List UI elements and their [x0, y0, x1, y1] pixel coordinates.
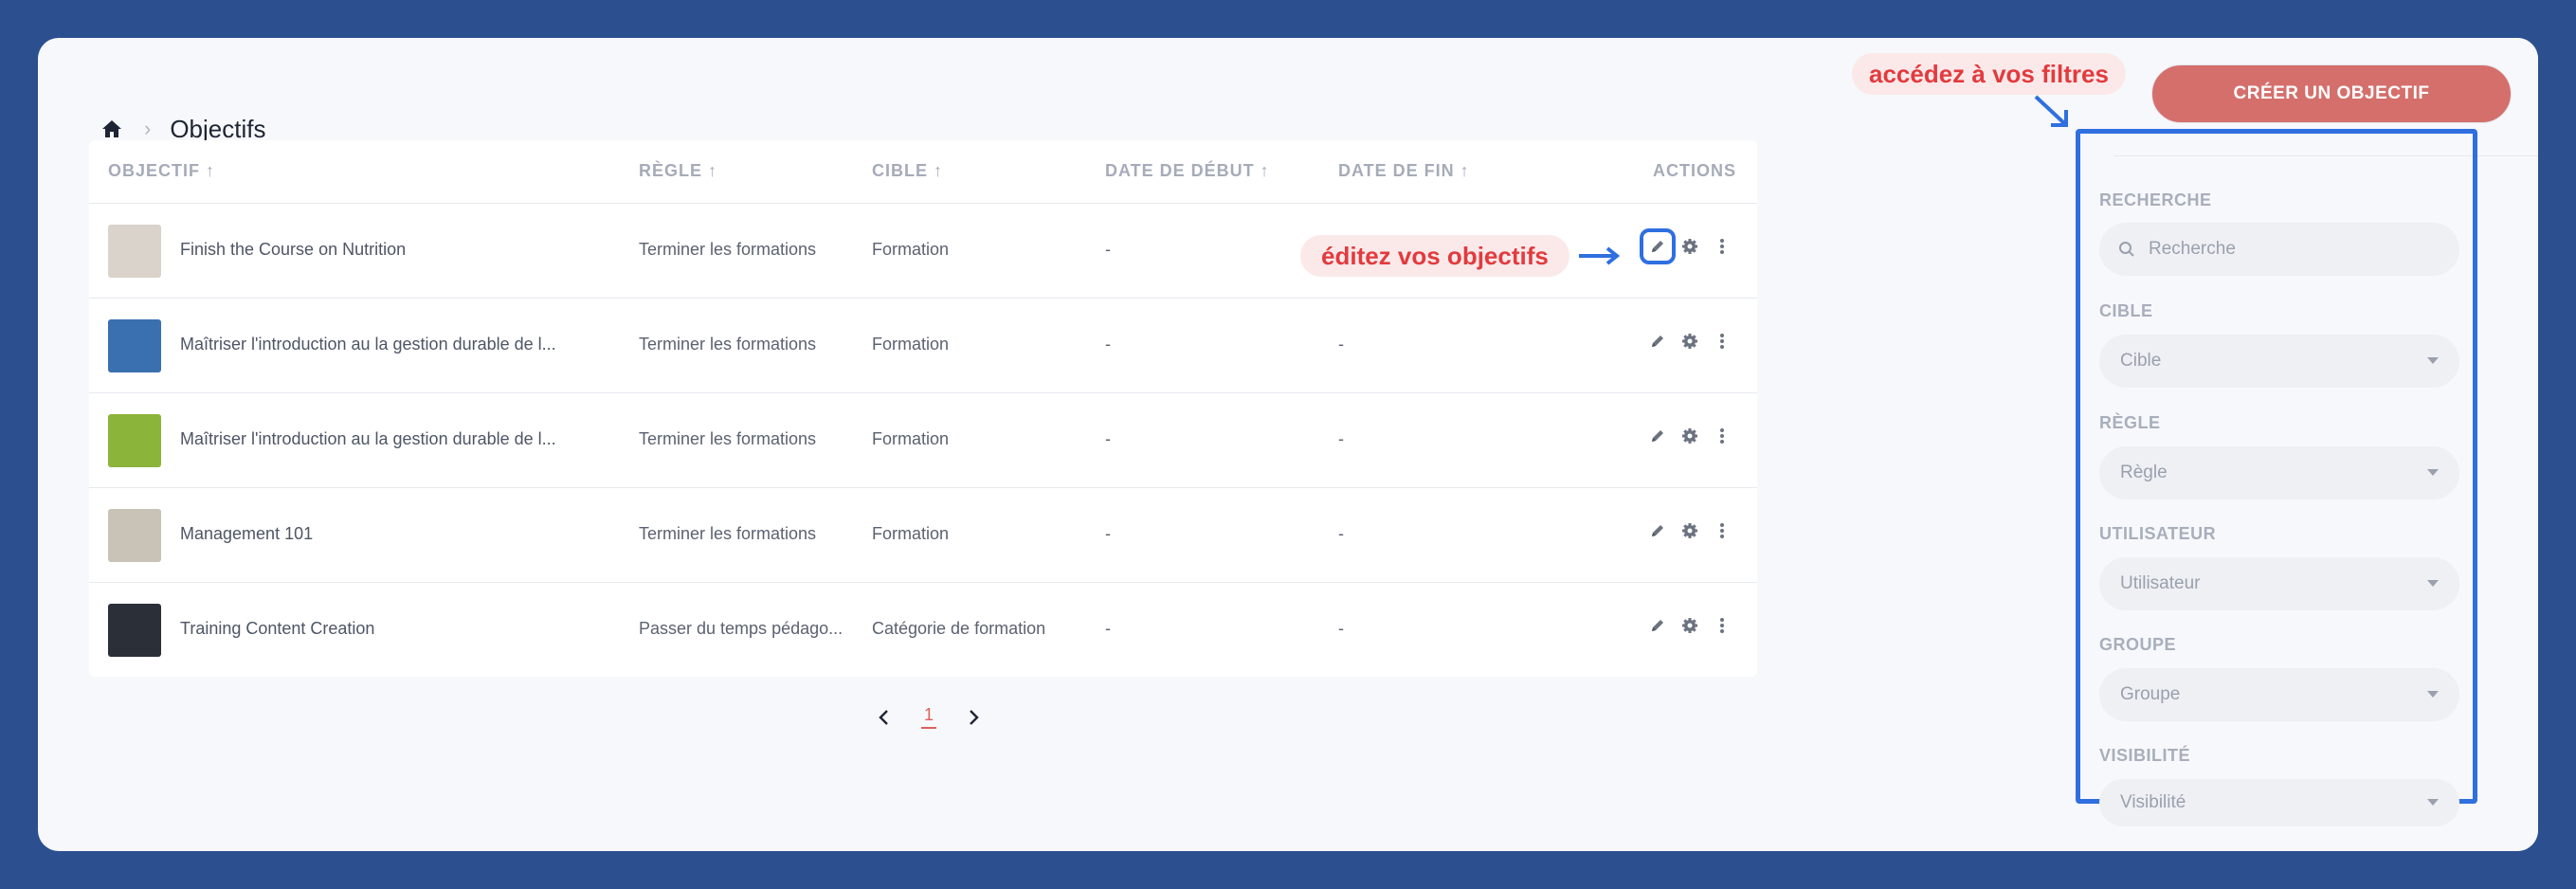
more-vertical-icon[interactable]: [1712, 520, 1732, 541]
objective-rule: Terminer les formations: [639, 429, 817, 448]
sort-arrow-icon: ↑: [1260, 161, 1270, 180]
objective-target: Formation: [872, 524, 950, 543]
filters-callout: accédez à vos filtres: [1852, 53, 2126, 95]
objective-end-date: -: [1338, 335, 1344, 354]
course-thumbnail: [108, 604, 161, 657]
filter-label-groupe: GROUPE: [2099, 635, 2177, 654]
caret-down-icon: [2427, 580, 2439, 587]
objective-end-date: -: [1338, 619, 1344, 638]
column-header-objectif[interactable]: OBJECTIF ↑: [108, 161, 215, 181]
objective-name[interactable]: Maîtriser l'introduction au la gestion d…: [180, 335, 578, 354]
objective-name[interactable]: Maîtriser l'introduction au la gestion d…: [180, 429, 578, 449]
pagination: 1: [872, 705, 986, 729]
row-actions: [1647, 331, 1732, 352]
page-number-current[interactable]: 1: [921, 705, 937, 729]
gear-icon[interactable]: [1679, 615, 1700, 636]
course-thumbnail: [108, 225, 161, 278]
sort-arrow-icon: ↑: [708, 161, 718, 180]
chevron-left-icon[interactable]: [872, 706, 895, 729]
edit-pencil-icon[interactable]: [1647, 426, 1668, 446]
edit-pencil-icon[interactable]: [1647, 615, 1668, 636]
objective-name[interactable]: Management 101: [180, 524, 578, 544]
more-vertical-icon[interactable]: [1712, 615, 1732, 636]
table-row[interactable]: Management 101 Terminer les formations For…: [89, 488, 1757, 583]
column-header-actions: ACTIONS: [1653, 161, 1736, 180]
objective-target: Formation: [872, 240, 950, 259]
more-vertical-icon[interactable]: [1712, 426, 1732, 446]
cible-select[interactable]: Cible: [2099, 335, 2459, 388]
more-vertical-icon[interactable]: [1712, 236, 1732, 257]
main-content: › Objectifs OBJECTIF ↑ RÈGLE ↑ CIBLE ↑ DATE…: [38, 38, 2113, 851]
column-header-cible[interactable]: CIBLE ↑: [872, 161, 943, 181]
table-row[interactable]: Maîtriser l'introduction au la gestion d…: [89, 299, 1757, 393]
chevron-right-icon: ›: [144, 117, 152, 140]
home-icon[interactable]: [99, 116, 125, 142]
objectives-table: OBJECTIF ↑ RÈGLE ↑ CIBLE ↑ DATE DE DÉBUT ↑ D…: [89, 140, 1757, 677]
filter-label-visibilite: VISIBILITÉ: [2099, 746, 2191, 765]
sort-arrow-icon: ↑: [934, 161, 943, 180]
objective-start-date: -: [1105, 335, 1111, 354]
utilisateur-select[interactable]: Utilisateur: [2099, 557, 2459, 610]
objective-start-date: -: [1105, 524, 1111, 543]
table-header: OBJECTIF ↑ RÈGLE ↑ CIBLE ↑ DATE DE DÉBUT ↑ D…: [89, 140, 1757, 204]
objective-rule: Passer du temps pédago...: [639, 619, 844, 638]
sort-arrow-icon: ↑: [1460, 161, 1470, 180]
page-title: Objectifs: [170, 114, 266, 143]
search-icon: [2119, 242, 2134, 257]
objective-target: Formation: [872, 335, 950, 354]
caret-down-icon: [2427, 691, 2439, 698]
objective-name[interactable]: Finish the Course on Nutrition: [180, 240, 578, 260]
objective-target: Formation: [872, 429, 950, 448]
filter-label-regle: RÈGLE: [2099, 413, 2161, 432]
caret-down-icon: [2427, 469, 2439, 476]
table-row[interactable]: Training Content Creation Passer du temps…: [89, 583, 1757, 678]
objective-end-date: -: [1338, 429, 1344, 448]
column-header-regle[interactable]: RÈGLE ↑: [639, 161, 717, 181]
gear-icon[interactable]: [1679, 426, 1700, 446]
regle-select[interactable]: Règle: [2099, 446, 2459, 499]
filter-label-cible: CIBLE: [2099, 301, 2153, 320]
objective-rule: Terminer les formations: [639, 335, 817, 354]
course-thumbnail: [108, 414, 161, 467]
row-actions: [1647, 426, 1732, 446]
edit-pencil-icon[interactable]: [1640, 228, 1676, 264]
caret-down-icon: [2427, 357, 2439, 364]
course-thumbnail: [108, 509, 161, 562]
objective-start-date: -: [1105, 429, 1111, 448]
edit-pencil-icon[interactable]: [1647, 520, 1668, 541]
arrow-down-right-icon: [2034, 95, 2068, 127]
filter-label-utilisateur: UTILISATEUR: [2099, 524, 2217, 543]
objective-rule: Terminer les formations: [639, 524, 817, 543]
edit-pencil-icon[interactable]: [1647, 331, 1668, 352]
gear-icon[interactable]: [1679, 520, 1700, 541]
row-actions: [1647, 615, 1732, 636]
edit-callout: éditez vos objectifs: [1300, 235, 1569, 277]
table-row[interactable]: Maîtriser l'introduction au la gestion d…: [89, 393, 1757, 488]
objective-target: Catégorie de formation: [872, 619, 1046, 638]
course-thumbnail: [108, 319, 161, 372]
filter-label-recherche: RECHERCHE: [2099, 190, 2212, 209]
groupe-select[interactable]: Groupe: [2099, 668, 2459, 721]
visibilite-select[interactable]: Visibilité: [2099, 779, 2459, 826]
objective-rule: Terminer les formations: [639, 240, 817, 259]
create-objective-button[interactable]: CRÉER UN OBJECTIF: [2151, 64, 2512, 123]
gear-icon[interactable]: [1679, 331, 1700, 352]
arrow-right-icon: [1579, 246, 1621, 265]
caret-down-icon: [2427, 799, 2439, 806]
row-actions: [1647, 520, 1732, 541]
search-input[interactable]: Recherche: [2099, 223, 2459, 276]
gear-icon[interactable]: [1679, 236, 1700, 257]
more-vertical-icon[interactable]: [1712, 331, 1732, 352]
objective-name[interactable]: Training Content Creation: [180, 619, 578, 639]
filters-panel: RECHERCHE Recherche CIBLE Cible RÈGLE Rè…: [2076, 129, 2477, 826]
objective-start-date: -: [1105, 240, 1111, 259]
row-actions: [1640, 228, 1732, 264]
objective-end-date: -: [1338, 524, 1344, 543]
column-header-date-fin[interactable]: DATE DE FIN ↑: [1338, 161, 1470, 181]
chevron-right-icon[interactable]: [963, 706, 986, 729]
objective-start-date: -: [1105, 619, 1111, 638]
sort-arrow-icon: ↑: [206, 161, 216, 180]
column-header-date-debut[interactable]: DATE DE DÉBUT ↑: [1105, 161, 1270, 181]
